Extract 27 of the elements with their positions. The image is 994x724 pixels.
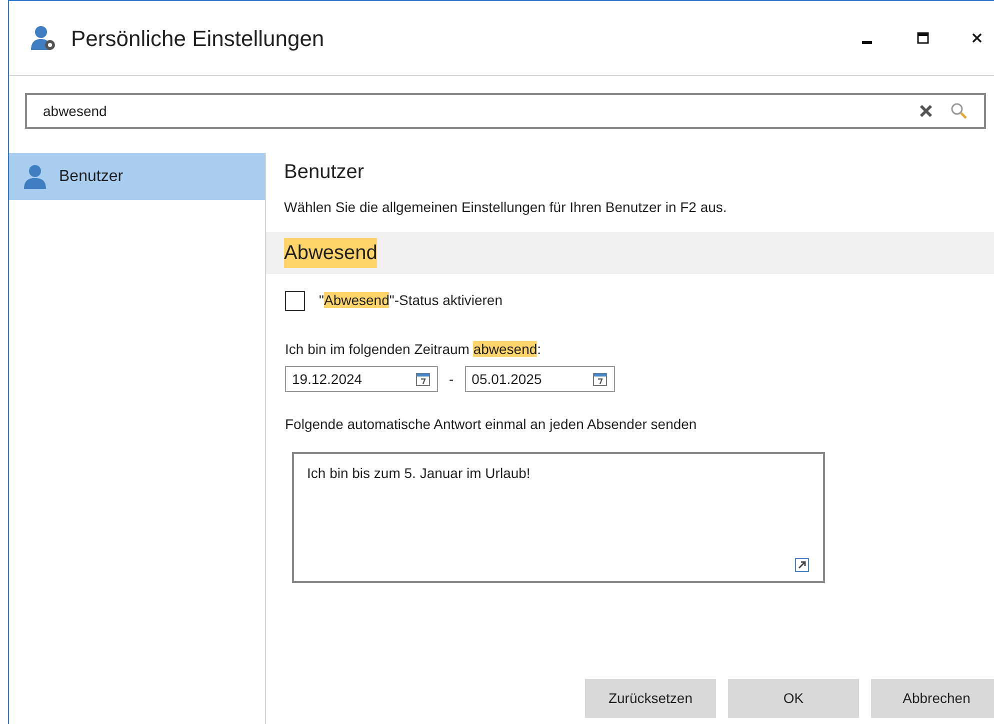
section-title: Abwesend (284, 238, 378, 268)
period-label: Ich bin im folgenden Zeitraum abwesend: (285, 340, 542, 359)
calendar-icon[interactable] (415, 371, 431, 387)
checkbox[interactable] (285, 290, 305, 310)
date-field[interactable]: 05.01.2025 (464, 366, 615, 392)
dialog-button[interactable]: Abbrechen (871, 679, 994, 718)
checkbox-label: "Abwesend"-Status aktivieren (319, 291, 503, 310)
expand-icon[interactable] (794, 557, 810, 573)
panel-title: Benutzer (284, 160, 366, 185)
user-icon (23, 164, 47, 190)
window-title: Persönliche Einstellungen (71, 24, 324, 53)
calendar-icon[interactable] (592, 371, 608, 387)
user-settings-icon (29, 24, 57, 52)
close-icon (971, 32, 983, 44)
sidebar-item[interactable]: Benutzer (9, 153, 265, 200)
panel-description: Wählen Sie die allgemeinen Einstellungen für Ihren Benutzer in F2 aus. (284, 198, 728, 217)
dialog-button[interactable]: OK (728, 679, 859, 718)
search-icon[interactable] (950, 102, 968, 120)
date-field[interactable]: 19.12.2024 (285, 366, 438, 392)
maximize-icon (917, 32, 929, 44)
clear-icon[interactable] (918, 103, 934, 119)
reply-text-area[interactable]: Ich bin bis zum 5. Januar im Urlaub! (292, 452, 825, 583)
search-field[interactable]: abwesend (25, 93, 986, 129)
minimize-icon (862, 41, 872, 44)
date-separator: - (449, 370, 454, 388)
reply-label: Folgende automatische Antwort einmal an jeden Absender senden (285, 415, 698, 434)
dialog-button[interactable]: Zurücksetzen (585, 679, 716, 718)
